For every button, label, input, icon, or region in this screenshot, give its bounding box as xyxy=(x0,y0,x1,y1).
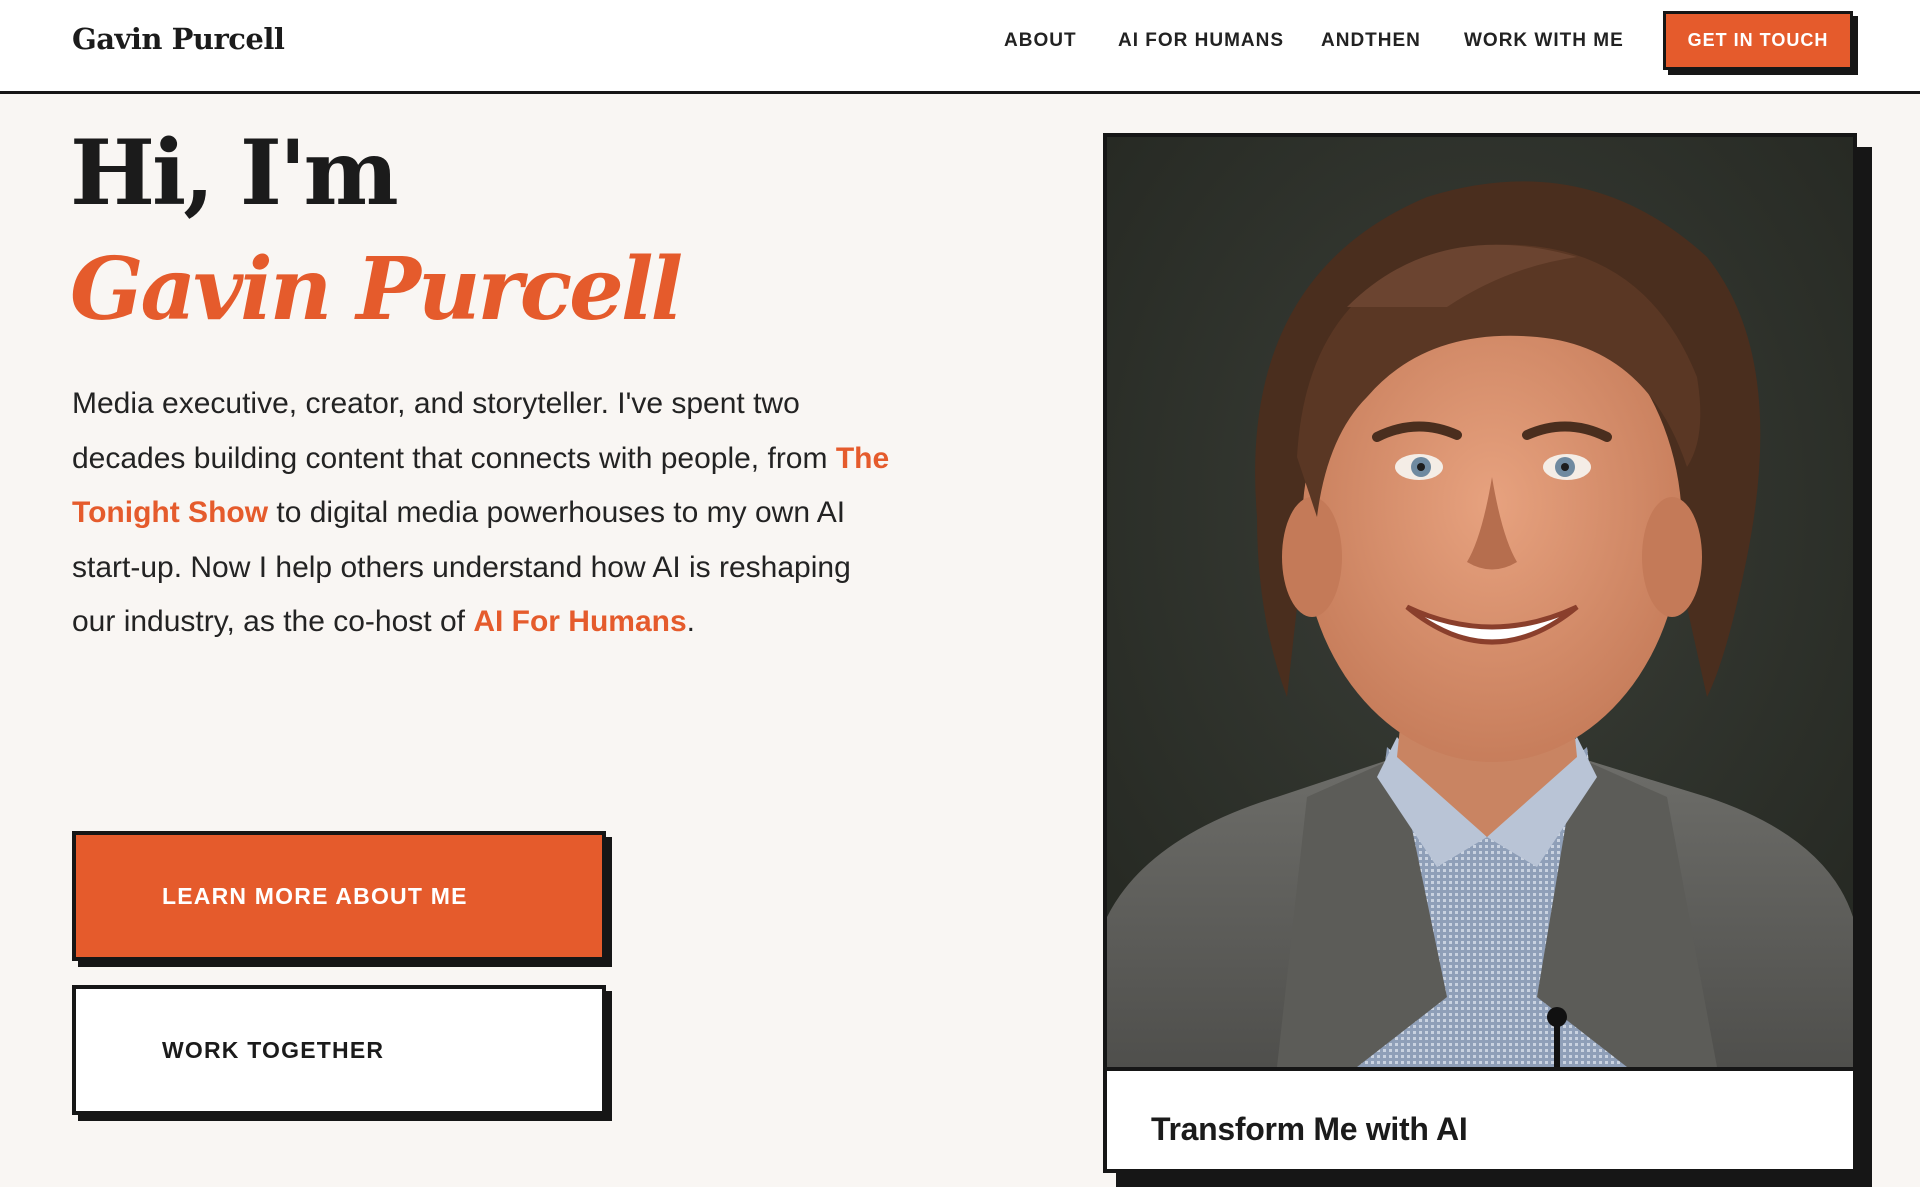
nav-item-andthen[interactable]: ANDTHEN xyxy=(1321,30,1421,52)
portrait-card[interactable]: Transform Me with AI xyxy=(1103,133,1857,1173)
hero-bio: Media executive, creator, and storytelle… xyxy=(72,377,892,650)
bio-text-1: Media executive, creator, and storytelle… xyxy=(72,387,836,475)
bio-text-3: . xyxy=(686,605,696,638)
ai-for-humans-link[interactable]: AI For Humans xyxy=(473,605,686,638)
work-together-button[interactable]: WORK TOGETHER xyxy=(72,985,606,1115)
card-title: Transform Me with AI xyxy=(1151,1111,1468,1147)
portrait-illustration xyxy=(1107,137,1853,1067)
nav-item-ai-for-humans[interactable]: AI FOR HUMANS xyxy=(1118,30,1284,52)
portrait-photo xyxy=(1107,137,1853,1071)
learn-more-button[interactable]: LEARN MORE ABOUT ME xyxy=(72,831,606,961)
main-nav: ABOUT AI FOR HUMANS ANDTHEN WORK WITH ME xyxy=(0,0,1920,91)
nav-item-work-with-me[interactable]: WORK WITH ME xyxy=(1464,30,1624,52)
get-in-touch-button[interactable]: GET IN TOUCH xyxy=(1663,11,1853,70)
hero-greeting: Hi, I'm xyxy=(70,120,399,226)
site-header: Gavin Purcell ABOUT AI FOR HUMANS ANDTHE… xyxy=(0,0,1920,94)
hero-name: Gavin Purcell xyxy=(70,239,683,340)
nav-item-about[interactable]: ABOUT xyxy=(1004,30,1077,52)
